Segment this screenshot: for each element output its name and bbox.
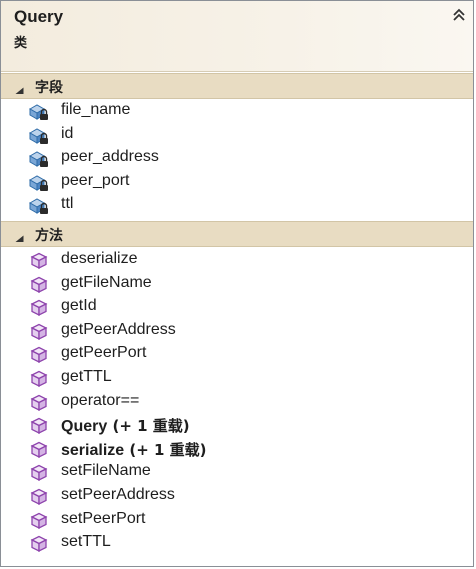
private-field-icon [27,102,51,122]
private-field-icon [27,149,51,169]
method-cube-icon [27,345,51,365]
private-field-icon [27,126,51,146]
method-label: operator== [61,391,140,409]
method-row[interactable]: deserialize [27,249,447,272]
method-label: getId [61,297,97,315]
method-label: serialize [61,441,125,459]
field-row[interactable]: peer_address [27,147,447,170]
method-row[interactable]: Query (+ 1 重载) [27,414,447,437]
method-name: getId [61,297,97,315]
method-label: getFileName [61,273,152,291]
method-cube-icon [27,322,51,342]
field-name: ttl [61,195,74,212]
field-name: peer_address [61,148,159,165]
fields-section-header[interactable]: 字段 [1,73,473,99]
method-name: Query (+ 1 重载) [61,415,190,436]
method-name: serialize (+ 1 重载) [61,439,207,460]
method-row[interactable]: setPeerAddress [27,485,447,508]
method-name: setFileName [61,462,151,480]
methods-section-label: 方法 [35,228,63,244]
field-row[interactable]: ttl [27,194,447,217]
method-cube-icon [27,251,51,271]
method-cube-icon [27,511,51,531]
method-cube-icon [27,298,51,318]
class-header[interactable]: Query 类 [1,1,473,72]
method-name: getPeerPort [61,344,146,362]
overload-count: (+ 1 重载) [107,417,190,436]
method-cube-icon [27,487,51,507]
method-cube-icon [27,275,51,295]
method-label: Query [61,418,108,436]
method-label: setPeerPort [61,509,146,527]
method-name: operator== [61,392,139,410]
method-cube-icon [27,393,51,413]
overload-count: (+ 1 重载) [124,440,207,459]
method-name: deserialize [61,250,137,268]
method-row[interactable]: setFileName [27,461,447,484]
method-label: setTTL [61,533,111,551]
method-label: setPeerAddress [61,486,175,503]
field-row[interactable]: file_name [27,100,447,123]
method-row[interactable]: serialize (+ 1 重载) [27,438,447,461]
method-name: setTTL [61,533,111,551]
method-cube-icon [27,369,51,389]
method-row[interactable]: getPeerAddress [27,320,447,343]
methods-section-header[interactable]: 方法 [1,221,473,247]
method-cube-icon [27,463,51,483]
field-name: peer_port [61,171,130,189]
method-row[interactable]: setTTL [27,532,447,555]
method-row[interactable]: getPeerPort [27,343,447,366]
method-cube-icon [27,440,51,460]
field-row[interactable]: id [27,124,447,147]
class-kind: 类 [14,36,28,51]
triangle-expanded-icon[interactable] [15,230,24,242]
method-label: getPeerAddress [61,320,176,338]
method-label: getPeerPort [61,344,147,362]
method-cube-icon [27,416,51,436]
method-cube-icon [27,534,51,554]
double-chevron-up-icon[interactable] [451,7,467,25]
field-row[interactable]: peer_port [27,171,447,194]
method-name: getTTL [61,368,112,386]
method-name: getFileName [61,274,152,292]
field-name: id [61,124,74,142]
method-row[interactable]: setPeerPort [27,509,447,532]
method-name: getPeerAddress [61,321,176,339]
class-diagram-shape[interactable]: Query 类 字段 file_nameid peer_address peer_p… [0,0,474,567]
method-row[interactable]: operator== [27,391,447,414]
class-name: Query [14,7,64,26]
private-field-icon [27,196,51,216]
method-name: setPeerAddress [61,486,175,504]
method-row[interactable]: getFileName [27,273,447,296]
method-label: setFileName [61,462,151,480]
method-row[interactable]: getTTL [27,367,447,390]
fields-section-label: 字段 [35,80,63,96]
method-row[interactable]: getId [27,296,447,319]
triangle-expanded-icon[interactable] [15,82,24,94]
method-label: getTTL [61,368,112,385]
method-name: setPeerPort [61,510,145,528]
method-label: deserialize [61,250,138,267]
field-name: file_name [61,101,131,118]
private-field-icon [27,173,51,193]
